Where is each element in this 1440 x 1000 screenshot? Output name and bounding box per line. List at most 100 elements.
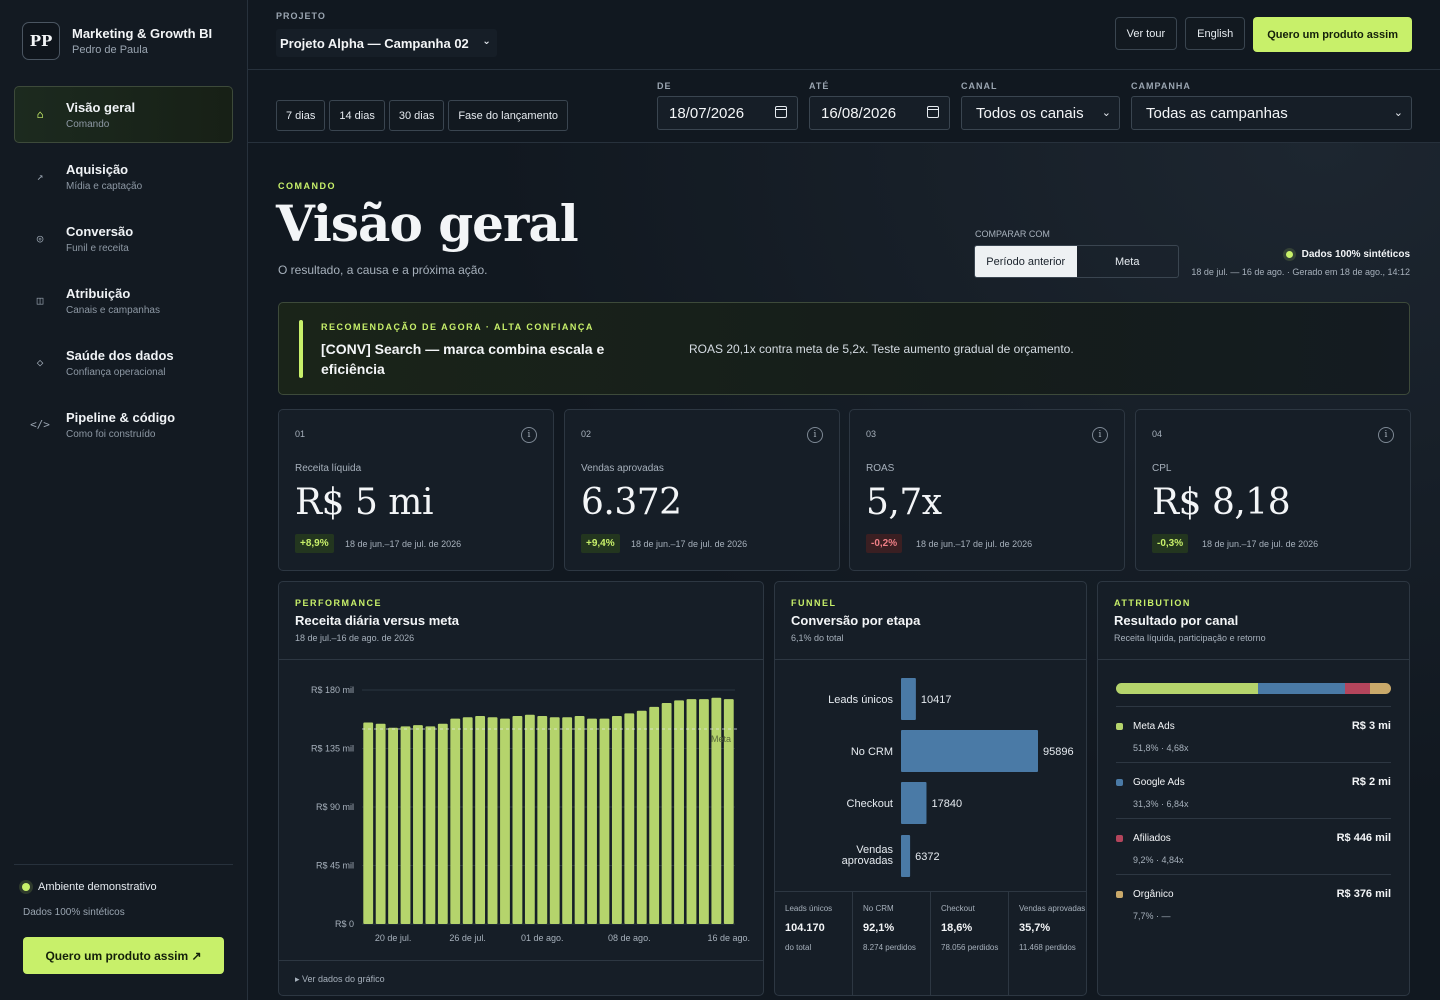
compare-toggle: Período anterior Meta [974,245,1179,278]
sidebar-item-desc: Confiança operacional [66,366,166,378]
channel-row[interactable]: Afiliados R$ 446 mil 9,2% · 4,84x [1116,819,1391,875]
recommendation-eyebrow: RECOMENDAÇÃO DE AGORA · ALTA CONFIANÇA [321,322,594,332]
date-from-input[interactable]: 18/07/2026 [657,96,798,130]
kpi-label: Vendas aprovadas [581,463,664,474]
recommendation-card: RECOMENDAÇÃO DE AGORA · ALTA CONFIANÇA [… [278,302,1410,395]
kpi-period: 18 de jun.–17 de jul. de 2026 [631,539,748,549]
funnel-stat: Checkout 18,6% 78.056 perdidos [931,892,1009,995]
kpi-number: 02 [581,429,592,439]
filter-bar: 7 dias 14 dias 30 dias Fase do lançamento D… [248,70,1440,143]
revenue-bar [487,717,498,924]
channel-share-bar [1116,683,1391,694]
sidebar-item-3[interactable]: ◎ Conversão Funil e receita [14,210,233,267]
funnel-bar [901,730,1038,772]
funnel-stat-sub: 78.056 perdidos [941,943,999,952]
channel-meta: 9,2% · 4,84x [1133,855,1184,865]
synthetic-badge: Dados 100% sintéticos [1285,249,1410,260]
revenue-bar [549,717,560,924]
info-icon[interactable]: i [1378,427,1394,443]
funnel-stage-label: aprovadas [842,855,894,867]
kpi-period: 18 de jun.–17 de jul. de 2026 [916,539,1033,549]
sidebar-item-4[interactable]: ◫ Atribuição Canais e campanhas [14,272,233,329]
project-select[interactable]: Projeto Alpha — Campanha 02 ⌄ [276,29,497,57]
page-subtitle: O resultado, a causa e a próxima ação. [278,263,488,277]
revenue-bar [537,716,548,924]
channel-swatch [1116,891,1123,898]
revenue-bar [636,710,647,924]
kpi-number: 03 [866,429,877,439]
channel-value: R$ 446 mil [1336,832,1391,844]
chart-data-toggle[interactable]: ▸ Ver dados do gráfico [295,974,385,985]
date-from-group: DE 18/07/2026 [657,81,798,130]
revenue-bar [587,718,597,924]
channel-row[interactable]: Google Ads R$ 2 mi 31,3% · 6,84x [1116,763,1391,819]
funnel-stat-sub: 8.274 perdidos [863,943,916,952]
quick-range-button[interactable]: 7 dias [276,100,326,131]
sidebar-item-label: Aquisição [66,161,129,177]
brand-logo: PP [22,22,60,60]
channel-name: Afiliados [1133,833,1171,844]
sidebar-item-label: Atribuição [66,285,131,301]
funnel-bar [901,835,911,877]
environment-sub: Dados 100% sintéticos [23,907,125,918]
channel-select[interactable]: Todos os canais ⌄ [961,96,1120,130]
channel-row[interactable]: Orgânico R$ 376 mil 7,7% · — [1116,875,1391,931]
revenue-bar [462,717,473,924]
language-button[interactable]: English [1185,17,1246,50]
sidebar-item-2[interactable]: ↗ Aquisição Mídia e captação [14,148,233,205]
generated-info: 18 de jul. — 16 de ago. · Gerado em 18 d… [1191,267,1410,277]
sidebar-item-5[interactable]: ◇ Saúde dos dados Confiança operacional [14,334,233,391]
main-content: COMANDO Visão geral O resultado, a causa… [248,143,1440,1000]
funnel-stat-label: Vendas aprovadas [1019,904,1086,913]
date-to-value: 16/08/2026 [821,104,897,122]
tour-button[interactable]: Ver tour [1114,17,1178,50]
revenue-bar [624,713,635,924]
sidebar-cta-button[interactable]: Quero um produto assim ↗ [23,937,224,974]
quick-range-button[interactable]: 14 dias [329,100,385,131]
sidebar-item-desc: Funil e receita [66,242,129,254]
date-to-input[interactable]: 16/08/2026 [809,96,950,130]
revenue-bar [661,703,672,924]
funnel-stat-sub: 11.468 perdidos [1019,943,1076,952]
funnel-stat-value: 18,6% [941,922,973,934]
campaign-group: CAMPANHA Todas as campanhas ⌄ [1131,81,1412,130]
kpi-card: 01 i Receita líquida R$ 5 mi +8,9% 18 de jun.… [278,409,554,571]
y-tick-label: R$ 90 mil [316,802,354,812]
revenue-bar [475,716,486,924]
campaign-select[interactable]: Todas as campanhas ⌄ [1131,96,1412,130]
performance-panel: PERFORMANCE Receita diária versus meta 1… [278,581,764,996]
funnel-subtitle: 6,1% do total [791,633,844,643]
recommendation-accent [299,320,303,378]
brand-subtitle: Pedro de Paula [72,44,148,56]
quick-range-button[interactable]: Fase do lançamento [448,100,568,131]
kpi-label: CPL [1152,463,1172,474]
quick-range-button[interactable]: 30 dias [388,100,445,131]
project-value: Projeto Alpha — Campanha 02 [280,35,469,51]
page-eyebrow: COMANDO [278,181,336,191]
channel-row[interactable]: Meta Ads R$ 3 mi 51,8% · 4,68x [1116,707,1391,763]
attribution-title: Resultado por canal [1114,613,1239,628]
compare-previous-option[interactable]: Período anterior [975,246,1077,277]
channel-share-segment [1369,683,1391,694]
revenue-bar [400,726,411,924]
sidebar-item-1[interactable]: ⌂ Visão geral Comando [14,86,233,143]
compare-target-option[interactable]: Meta [1077,246,1179,277]
revenue-bar-chart: R$ 0 R$ 45 mil R$ 90 mil R$ 135 mil R$ 180 m… [311,685,750,943]
revenue-bar [723,699,734,924]
funnel-value-label: 10417 [921,694,952,706]
sidebar-item-label: Saúde dos dados [66,347,174,363]
funnel-stat-value: 35,7% [1019,922,1051,934]
info-icon[interactable]: i [807,427,823,443]
funnel-stat-value: 92,1% [863,922,895,934]
target-icon: ◎ [36,232,44,245]
revenue-bar [686,699,697,924]
code-icon: </> [30,418,50,431]
info-icon[interactable]: i [521,427,537,443]
sidebar-item-6[interactable]: </> Pipeline & código Como foi construído [14,396,233,453]
funnel-bar [901,782,927,824]
sidebar-item-desc: Comando [66,118,110,130]
chevron-down-icon: ⌄ [1101,107,1111,119]
info-icon[interactable]: i [1092,427,1108,443]
funnel-value-label: 6372 [915,851,939,863]
cta-button[interactable]: Quero um produto assim [1253,17,1412,52]
